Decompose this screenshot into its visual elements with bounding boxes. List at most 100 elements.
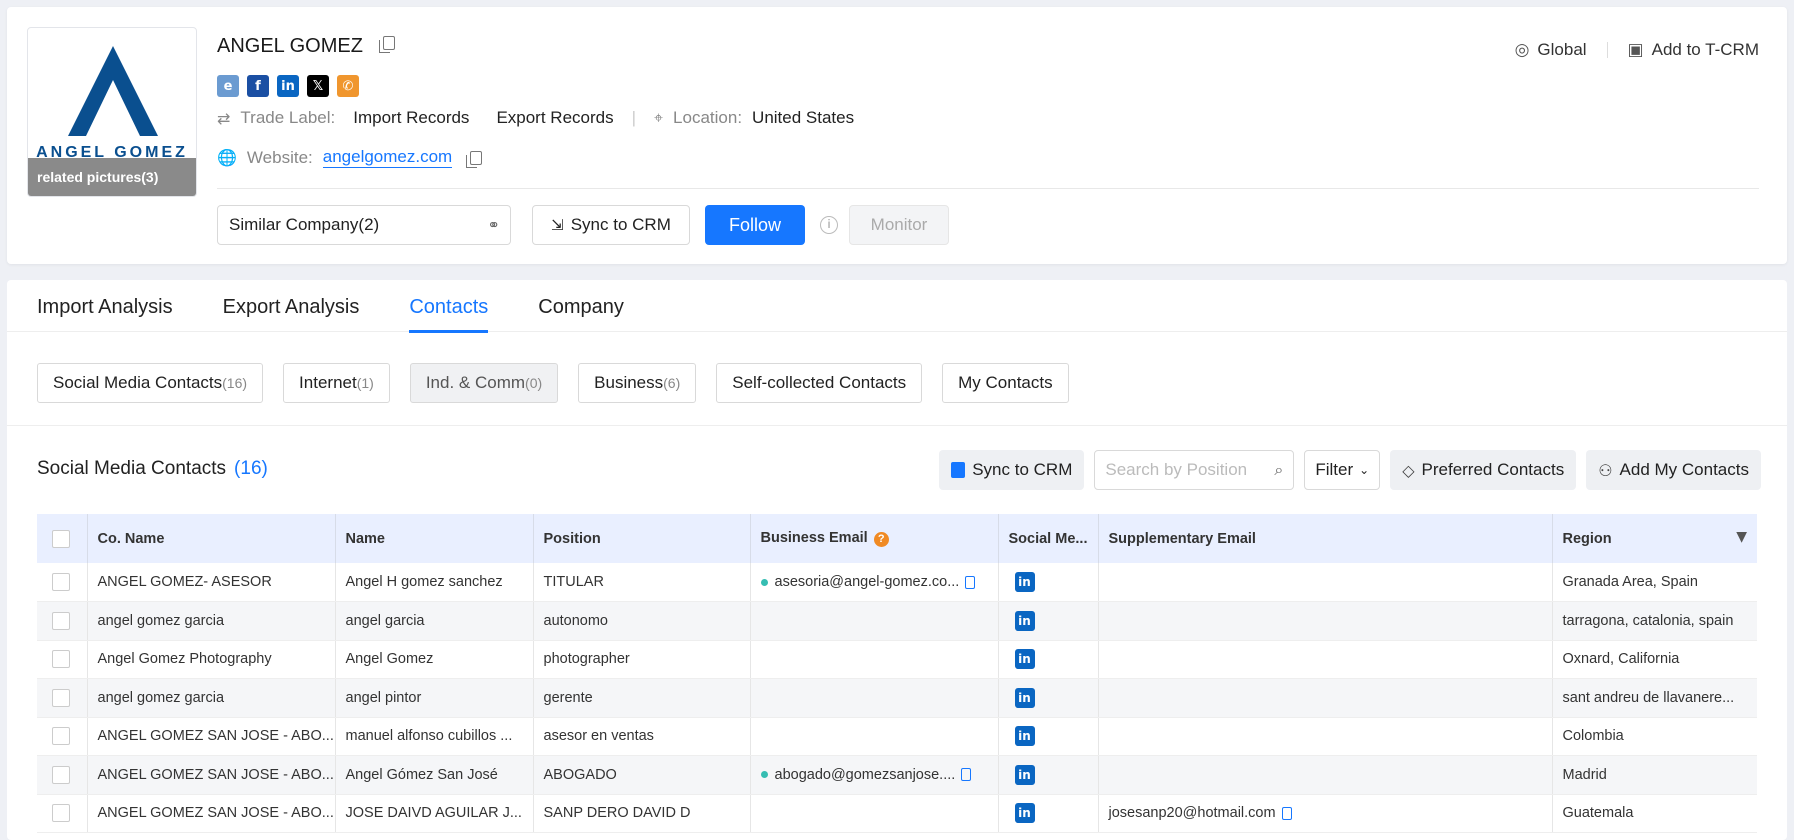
business-email[interactable]: asesoria@angel-gomez.co... xyxy=(775,574,960,590)
tab-import-analysis[interactable]: Import Analysis xyxy=(37,280,173,332)
col-position[interactable]: Position xyxy=(533,514,751,563)
export-records-link[interactable]: Export Records xyxy=(496,108,613,128)
add-tcrm-button[interactable]: Add to T-CRM xyxy=(1652,40,1759,60)
copy-icon[interactable] xyxy=(1281,806,1292,820)
facebook-icon[interactable]: f xyxy=(247,75,269,97)
copy-icon[interactable] xyxy=(961,768,972,782)
divider xyxy=(217,188,1759,189)
business-email-cell: abogado@gomezsanjose.... xyxy=(750,755,999,795)
section-sync-crm-button[interactable]: Sync to CRM xyxy=(939,450,1085,490)
preferred-contacts-button[interactable]: ◇ Preferred Contacts xyxy=(1390,450,1577,490)
trade-label: Trade Label: xyxy=(240,108,336,127)
section-title-text: Social Media Contacts xyxy=(37,458,227,479)
sync-crm-button[interactable]: ⇲ Sync to CRM xyxy=(532,205,690,245)
row-checkbox[interactable] xyxy=(52,804,70,823)
region-cell: Guatemala xyxy=(1552,794,1757,833)
diamond-icon: ◇ xyxy=(1402,460,1415,480)
business-email[interactable]: abogado@gomezsanjose.... xyxy=(775,767,956,783)
subtab-social-media-contacts[interactable]: Social Media Contacts (16) xyxy=(37,363,264,403)
linkedin-icon[interactable]: in xyxy=(1014,572,1035,592)
col-social-media[interactable]: Social Me... xyxy=(998,514,1099,563)
linkedin-icon[interactable]: in xyxy=(1014,687,1035,708)
website-link[interactable]: angelgomez.com xyxy=(322,147,453,168)
chevron-down-icon: ⌄ xyxy=(1359,463,1370,477)
position-cell: photographer xyxy=(533,640,751,679)
region-cell: Colombia xyxy=(1552,717,1757,756)
tab-company[interactable]: Company xyxy=(538,280,624,332)
col-business-email[interactable]: Business Email? xyxy=(750,514,999,563)
copy-icon[interactable] xyxy=(466,150,483,168)
tab-contacts[interactable]: Contacts xyxy=(409,280,488,333)
copy-icon[interactable] xyxy=(378,36,395,53)
table-row[interactable]: ANGEL GOMEZ SAN JOSE - ABO... JOSE DAIVD… xyxy=(37,794,1757,833)
similar-company-button[interactable]: Similar Company(2) ⚭ xyxy=(217,205,511,245)
phone-icon[interactable]: ✆ xyxy=(337,75,359,97)
region-cell: Madrid xyxy=(1552,755,1757,795)
company-logo[interactable]: ANGEL GOMEZ related pictures(3) xyxy=(27,27,197,197)
logo-mark xyxy=(68,46,158,136)
preferred-label: Preferred Contacts xyxy=(1421,460,1565,479)
row-checkbox[interactable] xyxy=(52,573,70,591)
row-checkbox[interactable] xyxy=(52,727,70,746)
table-row[interactable]: angel gomez garcia angel garcia autonomo… xyxy=(37,601,1757,641)
select-all-checkbox[interactable] xyxy=(52,529,70,548)
row-checkbox[interactable] xyxy=(52,765,70,784)
ie-icon[interactable]: e xyxy=(217,75,239,97)
location-label: Location: xyxy=(673,108,743,127)
col-supplementary-email[interactable]: Supplementary Email xyxy=(1098,514,1553,563)
monitor-button[interactable]: Monitor xyxy=(849,205,949,245)
search-position-input[interactable]: Search by Position ⌕ xyxy=(1094,450,1295,490)
subtab-self-collected[interactable]: Self-collected Contacts xyxy=(716,363,923,403)
website-label: Website: xyxy=(246,147,313,167)
linkedin-icon[interactable]: in xyxy=(1014,764,1035,785)
table-row[interactable]: ANGEL GOMEZ SAN JOSE - ABO... Angel Góme… xyxy=(37,755,1757,795)
supplementary-email[interactable]: josesanp20@hotmail.com xyxy=(1109,805,1276,821)
linkedin-icon[interactable]: in xyxy=(277,75,299,97)
subtab-ind-comm[interactable]: Ind. & Comm (0) xyxy=(409,363,559,403)
subtab-business[interactable]: Business (6) xyxy=(578,363,697,403)
row-select-cell xyxy=(37,678,88,718)
import-records-link[interactable]: Import Records xyxy=(353,108,469,128)
section-title: Social Media Contacts (16) xyxy=(37,458,268,480)
row-checkbox[interactable] xyxy=(52,688,70,707)
table-row[interactable]: ANGEL GOMEZ SAN JOSE - ABO... manuel alf… xyxy=(37,717,1757,756)
name-cell: JOSE DAIVD AGUILAR J... xyxy=(335,794,534,833)
col-region[interactable]: Region ▼ xyxy=(1552,514,1757,563)
linkedin-icon[interactable]: in xyxy=(1014,610,1035,631)
subtab-my-contacts[interactable]: My Contacts xyxy=(942,363,1069,403)
subtab-internet[interactable]: Internet (1) xyxy=(283,363,390,403)
row-select-cell xyxy=(37,601,88,641)
related-pictures-bar[interactable]: related pictures(3) xyxy=(28,158,196,196)
help-icon[interactable]: ? xyxy=(873,532,889,547)
col-label: Region xyxy=(1562,530,1612,547)
add-my-contacts-button[interactable]: ⚇ Add My Contacts xyxy=(1586,450,1761,490)
table-row[interactable]: Angel Gomez Photography Angel Gomez phot… xyxy=(37,640,1757,679)
social-media-cell: in xyxy=(998,601,1099,641)
subtab-label: My Contacts xyxy=(958,373,1053,392)
col-co-name[interactable]: Co. Name xyxy=(87,514,336,563)
filter-icon[interactable]: ▼ xyxy=(1736,529,1747,545)
linkedin-icon[interactable]: in xyxy=(1014,803,1035,824)
table-row[interactable]: ANGEL GOMEZ- ASESOR Angel H gomez sanche… xyxy=(37,563,1757,602)
social-media-cell: in xyxy=(998,563,1099,602)
name-cell: Angel Gómez San José xyxy=(335,755,534,795)
row-checkbox[interactable] xyxy=(52,650,70,669)
tab-export-analysis[interactable]: Export Analysis xyxy=(223,280,360,332)
linkedin-icon[interactable]: in xyxy=(1014,726,1035,747)
name-cell: manuel alfonso cubillos ... xyxy=(335,717,534,756)
x-icon[interactable]: 𝕏 xyxy=(307,75,329,97)
copy-icon[interactable] xyxy=(965,575,976,589)
subtab-label: Social Media Contacts xyxy=(53,373,223,392)
subtab-label: Internet xyxy=(299,373,357,392)
col-label: Business Email xyxy=(760,530,868,546)
filter-button[interactable]: Filter ⌄ xyxy=(1304,450,1381,490)
linkedin-icon[interactable]: in xyxy=(1014,649,1035,670)
info-icon[interactable]: i xyxy=(820,216,838,234)
global-button[interactable]: Global xyxy=(1537,40,1586,60)
col-name[interactable]: Name xyxy=(335,514,534,563)
follow-button[interactable]: Follow xyxy=(705,205,805,245)
table-row[interactable]: angel gomez garcia angel pintor gerente … xyxy=(37,678,1757,718)
business-email-cell xyxy=(750,601,999,641)
row-select-cell xyxy=(37,717,88,756)
row-checkbox[interactable] xyxy=(52,611,70,630)
